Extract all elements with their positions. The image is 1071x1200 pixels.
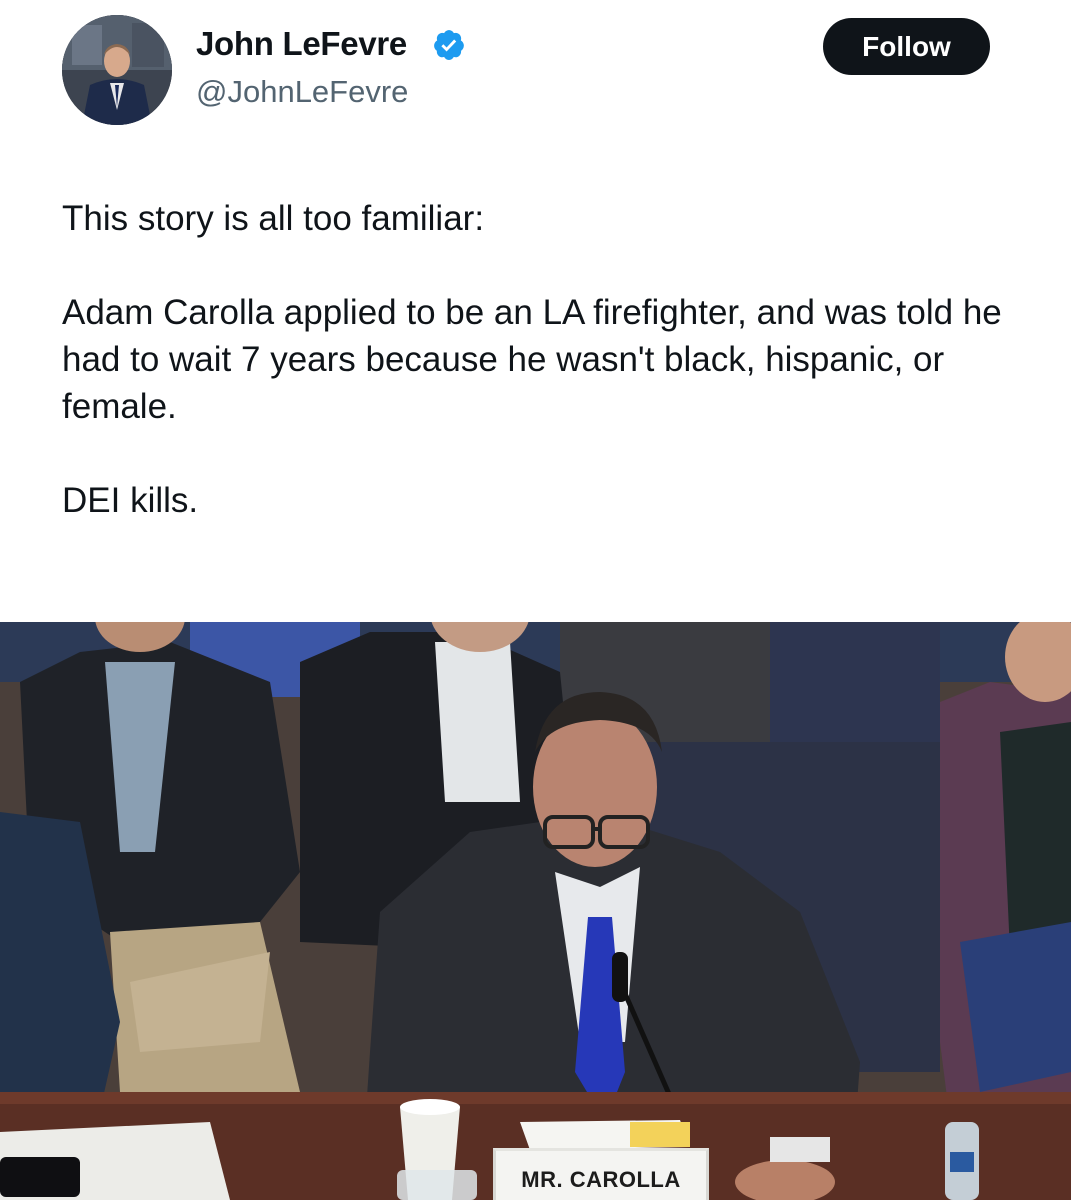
follow-button[interactable]: Follow: [823, 18, 990, 75]
nameplate: MR. CAROLLA: [493, 1148, 709, 1200]
tweet-paragraph: DEI kills.: [62, 481, 199, 520]
tweet-text: This story is all too familiar: Adam Car…: [62, 195, 1022, 524]
avatar[interactable]: [62, 15, 172, 125]
author-handle[interactable]: @JohnLeFevre: [196, 74, 408, 110]
tweet-paragraph: Adam Carolla applied to be an LA firefig…: [62, 293, 1002, 426]
tweet-header: John LeFevre @JohnLeFevre Follow: [0, 0, 1071, 150]
hearing-scene-image: [0, 622, 1071, 1200]
avatar-image: [62, 15, 172, 125]
tweet-paragraph: This story is all too familiar:: [62, 199, 485, 238]
tweet-media-video[interactable]: MR. CAROLLA: [0, 622, 1071, 1200]
verified-badge-icon: [434, 30, 464, 60]
author-display-name[interactable]: John LeFevre: [196, 25, 407, 63]
